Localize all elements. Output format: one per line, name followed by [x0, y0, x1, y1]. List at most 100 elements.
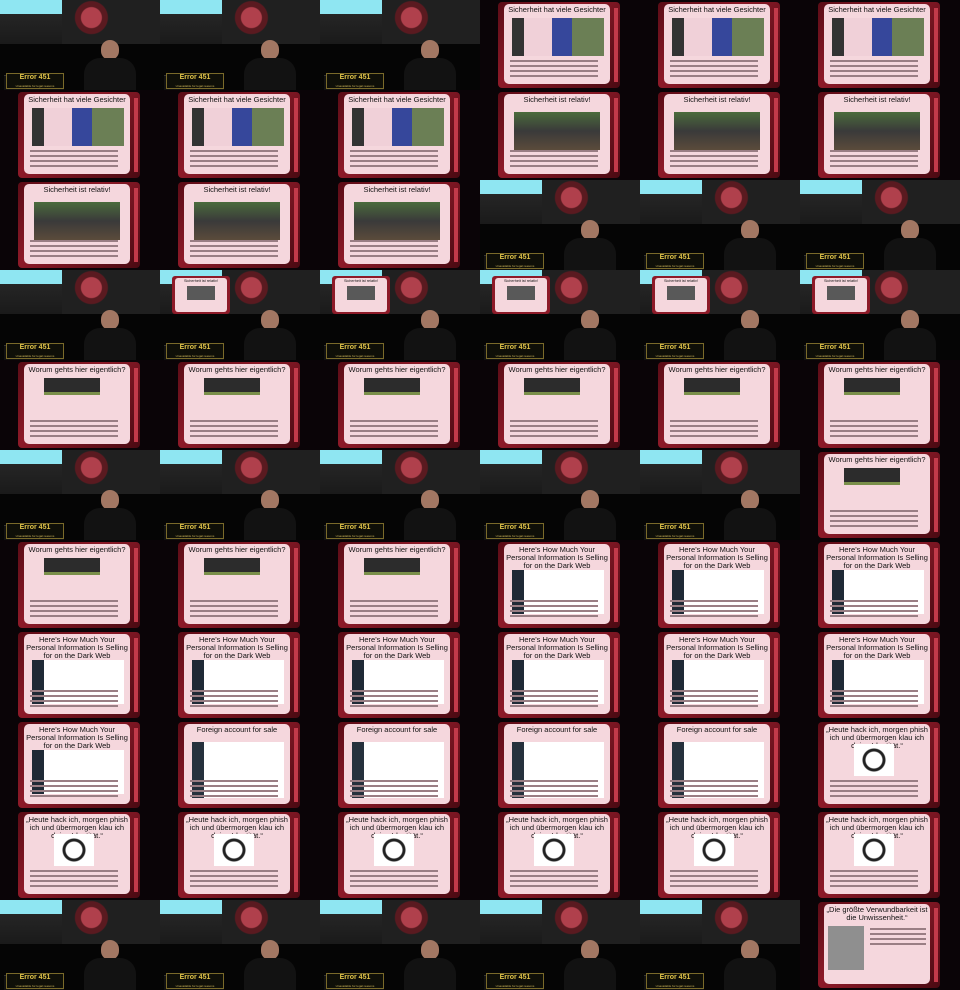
frame-thumbnail: Sicherheit hat viele Gesichter — [160, 90, 320, 180]
slide-title: Here's How Much Your Personal Informatio… — [186, 635, 288, 660]
slide-image — [524, 378, 580, 395]
frame-thumbnail: Worum gehts hier eigentlich? — [480, 360, 640, 450]
text-line — [30, 425, 118, 427]
slide: Sicherheit ist relativ! — [178, 182, 300, 268]
slide-image — [832, 18, 924, 56]
sign-title: Error 451 — [819, 344, 851, 351]
slide-text-lines — [510, 60, 598, 80]
speaker-head — [421, 310, 439, 330]
text-line — [30, 700, 118, 702]
text-line — [30, 885, 118, 887]
text-line — [190, 610, 278, 612]
text-line — [670, 875, 758, 877]
slide-side-stripe — [934, 638, 938, 712]
frame-thumbnail: Worum gehts hier eigentlich? — [320, 540, 480, 630]
slide: Sicherheit ist relativ! — [658, 92, 780, 178]
speaker — [404, 490, 456, 540]
slide-text-lines — [350, 690, 438, 710]
frame-thumbnail: Sicherheit ist relativ! — [160, 180, 320, 270]
frame-thumbnail: Here's How Much Your Personal Informatio… — [800, 630, 960, 720]
frame-thumbnail: Sicherheit hat viele Gesichter — [0, 90, 160, 180]
speaker-body — [84, 328, 136, 360]
text-line — [870, 928, 926, 930]
slide-side-stripe — [134, 188, 138, 262]
slide-image — [204, 558, 260, 575]
speaker-body — [564, 328, 616, 360]
frame-thumbnail: Foreign account for sale — [160, 720, 320, 810]
error-451-sign: Error 451 Unavailable for legal reasons — [166, 973, 224, 989]
slide-side-stripe — [774, 98, 778, 172]
slide: Here's How Much Your Personal Informatio… — [818, 632, 940, 718]
slide-card: Sicherheit ist relativ! — [655, 278, 707, 312]
text-line — [190, 695, 278, 697]
frame-thumbnail: Error 451 Unavailable for legal reasons — [480, 450, 640, 540]
sign-subtitle: Unavailable for legal reasons — [335, 984, 375, 988]
text-line — [510, 795, 598, 797]
speaker — [244, 310, 296, 360]
text-line — [350, 240, 438, 242]
slide-card: Sicherheit ist relativ! — [344, 184, 450, 264]
slide: Sicherheit hat viele Gesichter — [658, 2, 780, 88]
text-line — [190, 245, 278, 247]
slide-card: Worum gehts hier eigentlich? — [344, 364, 450, 444]
slide-text-lines — [830, 690, 918, 710]
frame-thumbnail: Worum gehts hier eigentlich? — [0, 360, 160, 450]
speaker — [564, 940, 616, 990]
error-451-sign: Error 451 Unavailable for legal reasons — [646, 253, 704, 269]
slide-text-lines — [670, 60, 758, 80]
slide-image — [187, 286, 215, 300]
frame-thumbnail: „Die größte Verwundbarkeit ist die Unwis… — [800, 900, 960, 990]
frame-thumbnail: Sicherheit ist relativ! — [640, 90, 800, 180]
text-line — [670, 75, 758, 77]
speaker-head — [741, 940, 759, 960]
slide-side-stripe — [934, 548, 938, 622]
text-line — [190, 430, 278, 432]
slide: Here's How Much Your Personal Informatio… — [658, 542, 780, 628]
speaker-head — [421, 40, 439, 60]
sign-subtitle: Unavailable for legal reasons — [175, 984, 215, 988]
frame-thumbnail: „Heute hack ich, morgen phish ich und üb… — [640, 810, 800, 900]
screen-pattern — [382, 0, 480, 44]
sign-title: Error 451 — [19, 974, 51, 981]
text-line — [510, 435, 598, 437]
sign-subtitle: Unavailable for legal reasons — [335, 84, 375, 88]
frame-thumbnail: Error 451 Unavailable for legal reasons — [320, 900, 480, 990]
slide-card: Sicherheit hat viele Gesichter — [184, 94, 290, 174]
sign-title: Error 451 — [499, 254, 531, 261]
slide-title: Here's How Much Your Personal Informatio… — [666, 545, 768, 570]
frame-thumbnail: „Heute hack ich, morgen phish ich und üb… — [480, 810, 640, 900]
frame-thumbnail: Foreign account for sale — [480, 720, 640, 810]
slide-text-lines — [190, 600, 278, 620]
screen-light — [800, 180, 862, 194]
slide-card: Sicherheit ist relativ! — [504, 94, 610, 174]
slide-side-stripe — [134, 728, 138, 802]
slide-title: Worum gehts hier eigentlich? — [668, 365, 766, 374]
text-line — [670, 885, 758, 887]
slide: Sicherheit ist relativ! — [498, 92, 620, 178]
frame-thumbnail: „Heute hack ich, morgen phish ich und üb… — [160, 810, 320, 900]
text-line — [350, 870, 438, 872]
screen-light — [320, 450, 382, 464]
text-line — [30, 790, 118, 792]
text-line — [830, 700, 918, 702]
text-line — [510, 705, 598, 707]
slide: Worum gehts hier eigentlich? — [818, 362, 940, 448]
error-451-sign: Error 451 Unavailable for legal reasons — [486, 523, 544, 539]
slide-title: Worum gehts hier eigentlich? — [348, 365, 446, 374]
text-line — [190, 425, 278, 427]
speaker-body — [84, 958, 136, 990]
speaker-body — [564, 958, 616, 990]
screen-pattern — [62, 270, 160, 314]
slide: Foreign account for sale — [178, 722, 300, 808]
text-line — [510, 605, 598, 607]
slide-side-stripe — [294, 98, 298, 172]
slide-text-lines — [830, 870, 918, 890]
slide-card: „Heute hack ich, morgen phish ich und üb… — [184, 814, 290, 894]
speaker-head — [741, 310, 759, 330]
projected-slide: Sicherheit ist relativ! — [652, 276, 710, 314]
slide: „Heute hack ich, morgen phish ich und üb… — [498, 812, 620, 898]
screen-pattern — [222, 270, 320, 314]
slide-text-lines — [830, 150, 918, 170]
text-line — [190, 240, 278, 242]
slide-side-stripe — [134, 548, 138, 622]
